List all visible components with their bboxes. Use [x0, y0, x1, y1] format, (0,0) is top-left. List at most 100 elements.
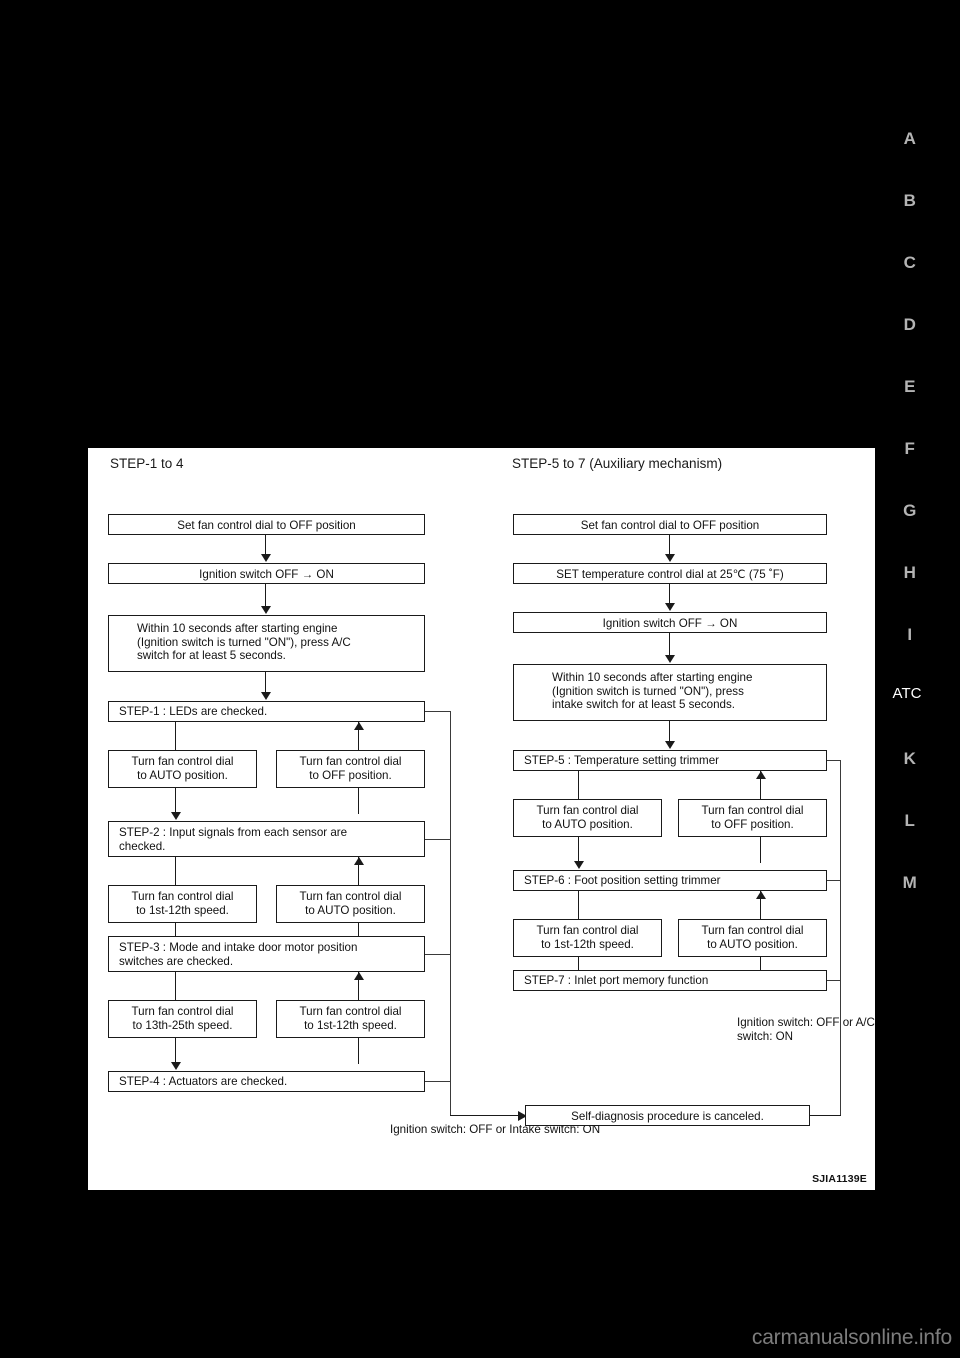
right-cancel-note: Ignition switch: OFF or A/C switch: ON	[737, 1016, 875, 1043]
right-box-step-7: STEP-7 : Inlet port memory function	[513, 970, 827, 991]
left-connector-1	[265, 535, 267, 556]
left-t1-right-line1: Turn fan control dial	[299, 755, 402, 769]
left-connector-7	[358, 788, 360, 814]
left-box-set-fan-dial: Set fan control dial to OFF position	[108, 514, 425, 535]
section-tab-d[interactable]: D	[895, 316, 925, 333]
right-connector-5	[578, 771, 580, 799]
section-tab-g[interactable]: G	[895, 502, 925, 519]
left-arrowhead-6	[354, 857, 364, 865]
right-box-turn-dial-auto-2: Turn fan control dial to AUTO position.	[678, 919, 827, 957]
section-tab-h[interactable]: H	[895, 564, 925, 581]
right-connector-9	[578, 891, 580, 919]
right-t5-right-line1: Turn fan control dial	[701, 804, 804, 818]
left-column-title: STEP-1 to 4	[110, 456, 184, 471]
right-connector-1	[669, 535, 671, 556]
left-t2-right-line1: Turn fan control dial	[299, 890, 402, 904]
left-t3-left-line2: to 13th-25th speed.	[132, 1019, 233, 1032]
right-within10-line1: Within 10 seconds after starting engine	[552, 671, 753, 684]
right-within10-line3: intake switch for at least 5 seconds.	[552, 698, 736, 712]
right-t5-right-line2: to OFF position.	[711, 818, 794, 831]
left-t1-right-line2: to OFF position.	[309, 769, 392, 782]
right-connector-8	[760, 837, 762, 863]
right-box-set-temperature: SET temperature control dial at 25℃ (75 …	[513, 563, 827, 584]
right-arrowhead-3	[665, 655, 675, 663]
left-cancel-bus-vertical	[450, 711, 452, 1116]
left-t3-left-line1: Turn fan control dial	[131, 1005, 234, 1019]
right-t5-left-line2: to AUTO position.	[542, 818, 633, 831]
left-connector-2	[265, 584, 267, 608]
left-step2-line2: checked.	[119, 839, 166, 853]
left-arrowhead-5	[171, 812, 181, 820]
left-connector-4	[175, 722, 177, 750]
left-box-step-2: STEP-2 : Input signals from each sensor …	[108, 821, 425, 857]
right-box-step-6: STEP-6 : Foot position setting trimmer	[513, 870, 827, 891]
right-t6-right-line2: to AUTO position.	[707, 938, 798, 951]
right-column-title: STEP-5 to 7 (Auxiliary mechanism)	[512, 456, 723, 471]
right-box-ignition-switch: Ignition switch OFF → ON	[513, 612, 827, 633]
left-t1-left-line2: to AUTO position.	[137, 769, 228, 782]
right-connector-7	[578, 837, 580, 863]
right-box-turn-dial-1st12th: Turn fan control dial to 1st-12th speed.	[513, 919, 662, 957]
right-t5-left-line1: Turn fan control dial	[536, 804, 639, 818]
left-arrowhead-8	[354, 972, 364, 980]
section-tab-a[interactable]: A	[895, 130, 925, 147]
right-t6-left-line2: to 1st-12th speed.	[541, 938, 634, 951]
left-bus-stub-step3	[425, 954, 451, 956]
site-watermark: carmanualsonline.info	[751, 1326, 952, 1349]
section-tab-e[interactable]: E	[895, 378, 925, 395]
left-bus-stub-step2	[425, 839, 451, 841]
section-tab-b[interactable]: B	[895, 192, 925, 209]
left-step2-line1: STEP-2 : Input signals from each sensor …	[119, 826, 348, 839]
right-t6-right-line1: Turn fan control dial	[701, 924, 804, 938]
left-arrowhead-4	[354, 722, 364, 730]
left-box-step-3: STEP-3 : Mode and intake door motor posi…	[108, 936, 425, 972]
right-box-within-10-seconds: Within 10 seconds after starting engine …	[513, 664, 827, 721]
section-tab-atc[interactable]: ATC	[886, 686, 928, 701]
left-arrowhead-2	[261, 606, 271, 614]
left-box-turn-dial-1st12th-1: Turn fan control dial to 1st-12th speed.	[108, 885, 257, 923]
right-arrowhead-2	[665, 603, 675, 611]
left-cancel-bus-horizontal	[450, 1115, 522, 1117]
box-self-diagnosis-canceled: Self-diagnosis procedure is canceled.	[525, 1105, 810, 1126]
figure-panel: STEP-1 to 4 STEP-5 to 7 (Auxiliary mecha…	[88, 448, 875, 1190]
left-within10-line3: switch for at least 5 seconds.	[137, 649, 286, 663]
right-box-set-fan-dial: Set fan control dial to OFF position	[513, 514, 827, 535]
right-arrowhead-5	[756, 771, 766, 779]
figure-id-label: SJIA1139E	[812, 1173, 867, 1185]
section-tab-i[interactable]: I	[895, 626, 925, 643]
right-connector-2	[669, 584, 671, 605]
left-connector-12	[175, 972, 177, 1000]
left-box-turn-dial-off-1: Turn fan control dial to OFF position.	[276, 750, 425, 788]
left-t3-right-line1: Turn fan control dial	[299, 1005, 402, 1019]
left-t3-right-line2: to 1st-12th speed.	[304, 1019, 397, 1032]
left-cancel-note-line1: Ignition switch: OFF	[390, 1123, 493, 1136]
left-connector-6	[175, 788, 177, 814]
left-bus-stub-step4	[425, 1081, 451, 1083]
section-tab-c[interactable]: C	[895, 254, 925, 271]
section-tab-k[interactable]: K	[895, 750, 925, 767]
left-t2-right-line2: to AUTO position.	[305, 904, 396, 917]
right-box-step-5: STEP-5 : Temperature setting trimmer	[513, 750, 827, 771]
left-box-turn-dial-auto-1: Turn fan control dial to AUTO position.	[108, 750, 257, 788]
left-connector-15	[358, 1038, 360, 1064]
section-tab-f[interactable]: F	[895, 440, 925, 457]
right-box-turn-dial-auto-1: Turn fan control dial to AUTO position.	[513, 799, 662, 837]
left-within10-line1: Within 10 seconds after starting engine	[137, 622, 338, 635]
right-arrowhead-1	[665, 554, 675, 562]
left-arrowhead-1	[261, 554, 271, 562]
left-box-step-4: STEP-4 : Actuators are checked.	[108, 1071, 425, 1092]
section-tab-l[interactable]: L	[895, 812, 925, 829]
left-t1-left-line1: Turn fan control dial	[131, 755, 234, 769]
left-box-ignition-switch: Ignition switch OFF → ON	[108, 563, 425, 584]
right-connector-4	[669, 721, 671, 743]
left-box-turn-dial-13th25th: Turn fan control dial to 13th-25th speed.	[108, 1000, 257, 1038]
right-arrowhead-7	[756, 891, 766, 899]
section-tab-m[interactable]: M	[895, 874, 925, 891]
right-bus-stub-step6	[827, 880, 841, 882]
right-bus-stub-step7	[827, 980, 841, 982]
right-arrowhead-6	[574, 861, 584, 869]
right-arrowhead-4	[665, 741, 675, 749]
left-connector-8	[175, 857, 177, 885]
flowchart-canvas: STEP-1 to 4 STEP-5 to 7 (Auxiliary mecha…	[88, 448, 875, 1190]
left-arrowhead-3	[261, 692, 271, 700]
